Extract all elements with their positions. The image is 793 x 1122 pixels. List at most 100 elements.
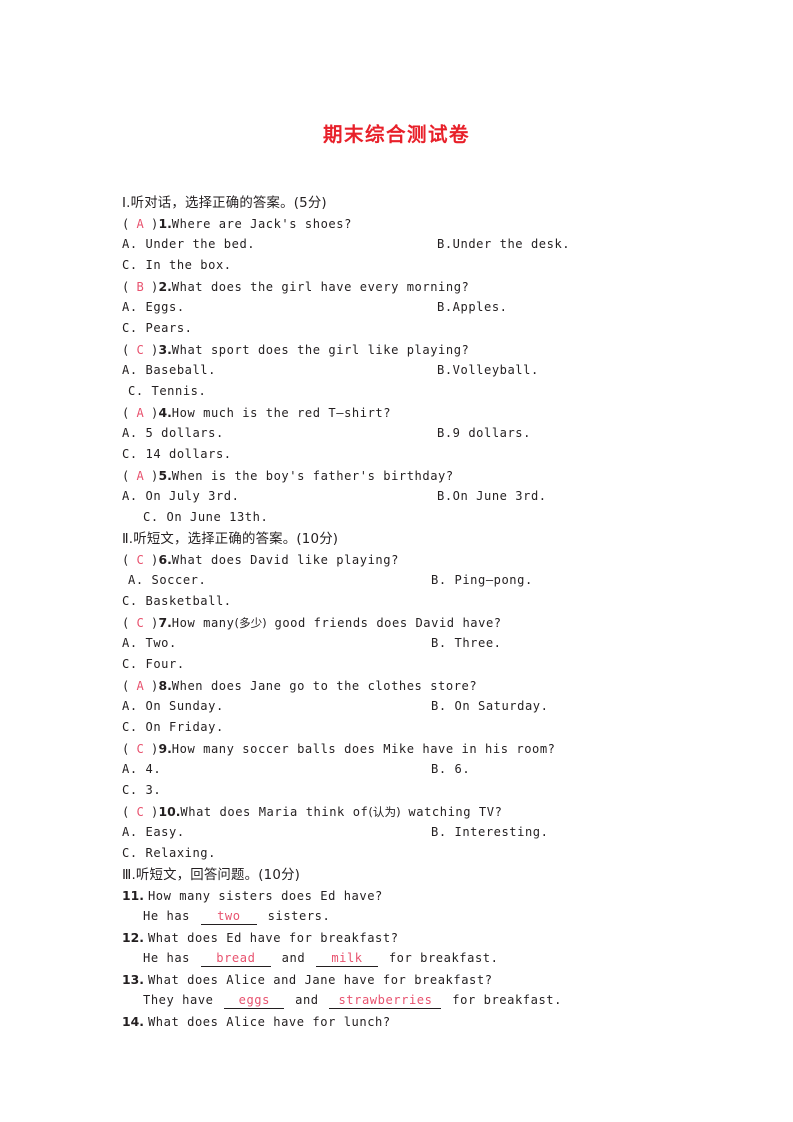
option-row-7-ab: A. Two. B. Three.	[122, 633, 682, 654]
answer-blank-12-2[interactable]: milk	[315, 951, 378, 967]
option-a-10[interactable]: A. Easy.	[122, 822, 185, 843]
question-stem-14: 14. What does Alice have for lunch?	[122, 1011, 682, 1032]
option-a-2[interactable]: A. Eggs.	[122, 297, 185, 318]
answer-suffix-11: sisters.	[259, 909, 331, 923]
answer-blank-13-2[interactable]: strawberries	[329, 993, 442, 1009]
answer-letter-4[interactable]: A	[129, 406, 150, 420]
option-c-4[interactable]: C. 14 dollars.	[122, 447, 232, 461]
answer-letter-3[interactable]: C	[129, 343, 150, 357]
question-text-4: How much is the red T—shirt?	[171, 406, 392, 420]
question-number-12: 12.	[122, 930, 144, 945]
option-a-4[interactable]: A. 5 dollars.	[122, 423, 224, 444]
answer-blank-13-1[interactable]: eggs	[224, 993, 285, 1009]
question-stem-9: (C)9.How many soccer balls does Mike hav…	[122, 738, 682, 759]
option-row-8-ab: A. On Sunday. B. On Saturday.	[122, 696, 682, 717]
answer-prefix-13: They have	[143, 993, 222, 1007]
option-row-5-c: C. On June 13th.	[122, 507, 682, 528]
option-row-7-c: C. Four.	[122, 654, 682, 675]
option-a-9[interactable]: A. 4.	[122, 759, 161, 780]
option-a-7[interactable]: A. Two.	[122, 633, 177, 654]
question-text-7-pre: How many	[171, 616, 235, 630]
question-text-2: What does the girl have every morning?	[171, 280, 470, 294]
option-row-8-c: C. On Friday.	[122, 717, 682, 738]
option-b-3[interactable]: B.Volleyball.	[437, 360, 539, 381]
answer-prefix-11: He has	[143, 909, 198, 923]
answer-paren-8: (A)	[122, 679, 159, 693]
question-gloss-7: (多少)	[234, 616, 267, 630]
option-row-2-ab: A. Eggs. B.Apples.	[122, 297, 682, 318]
question-stem-1: (A)1.Where are Jack's shoes?	[122, 213, 682, 234]
answer-middle-13: and	[287, 993, 327, 1007]
option-a-3[interactable]: A. Baseball.	[122, 360, 216, 381]
option-row-2-c: C. Pears.	[122, 318, 682, 339]
question-number-7: 7.	[158, 615, 172, 630]
page-title: 期末综合测试卷	[322, 123, 470, 146]
option-b-9[interactable]: B. 6.	[431, 759, 470, 780]
question-text-7-post: good friends does David have?	[266, 616, 502, 630]
question-text-14: What does Alice have for lunch?	[147, 1015, 391, 1029]
option-a-8[interactable]: A. On Sunday.	[122, 696, 224, 717]
answer-letter-8[interactable]: A	[129, 679, 150, 693]
question-text-6: What does David like playing?	[171, 553, 399, 567]
answer-row-11: He has two sisters.	[122, 906, 682, 927]
question-stem-3: (C)3.What sport does the girl like playi…	[122, 339, 682, 360]
answer-letter-1[interactable]: A	[129, 217, 150, 231]
question-stem-11: 11. How many sisters does Ed have?	[122, 885, 682, 906]
option-c-2[interactable]: C. Pears.	[122, 321, 192, 335]
answer-letter-7[interactable]: C	[129, 616, 150, 630]
answer-paren-5: (A)	[122, 469, 159, 483]
question-text-10-pre: What does Maria think of	[180, 805, 369, 819]
answer-letter-9[interactable]: C	[129, 742, 150, 756]
question-number-5: 5.	[158, 468, 172, 483]
option-row-1-ab: A. Under the bed. B.Under the desk.	[122, 234, 682, 255]
option-row-1-c: C. In the box.	[122, 255, 682, 276]
question-number-1: 1.	[158, 216, 172, 231]
option-c-1[interactable]: C. In the box.	[122, 258, 232, 272]
option-c-9[interactable]: C. 3.	[122, 783, 161, 797]
answer-paren-6: (C)	[122, 553, 159, 567]
option-c-6[interactable]: C. Basketball.	[122, 594, 232, 608]
option-b-6[interactable]: B. Ping—pong.	[431, 570, 533, 591]
option-b-7[interactable]: B. Three.	[431, 633, 501, 654]
option-c-5[interactable]: C. On June 13th.	[143, 510, 268, 524]
option-b-1[interactable]: B.Under the desk.	[437, 234, 570, 255]
question-number-3: 3.	[158, 342, 172, 357]
option-c-10[interactable]: C. Relaxing.	[122, 846, 216, 860]
option-row-3-ab: A. Baseball. B.Volleyball.	[122, 360, 682, 381]
option-a-5[interactable]: A. On July 3rd.	[122, 486, 239, 507]
option-c-3[interactable]: C. Tennis.	[128, 384, 206, 398]
question-stem-8: (A)8.When does Jane go to the clothes st…	[122, 675, 682, 696]
option-c-7[interactable]: C. Four.	[122, 657, 185, 671]
option-a-1[interactable]: A. Under the bed.	[122, 234, 255, 255]
answer-blank-12-1[interactable]: bread	[200, 951, 271, 967]
option-b-10[interactable]: B. Interesting.	[431, 822, 548, 843]
answer-letter-10[interactable]: C	[129, 805, 150, 819]
option-row-3-c: C. Tennis.	[122, 381, 682, 402]
section-roman-2: Ⅱ	[122, 531, 129, 546]
answer-paren-9: (C)	[122, 742, 159, 756]
option-a-6[interactable]: A. Soccer.	[128, 570, 206, 591]
answer-row-13: They have eggs and strawberries for brea…	[122, 990, 682, 1011]
section-heading-text-1: .听对话，选择正确的答案。(5分)	[126, 196, 327, 211]
option-b-5[interactable]: B.On June 3rd.	[437, 486, 547, 507]
question-text-1: Where are Jack's shoes?	[171, 217, 352, 231]
question-number-14: 14.	[122, 1014, 144, 1029]
question-text-9: How many soccer balls does Mike have in …	[171, 742, 556, 756]
question-stem-6: (C)6.What does David like playing?	[122, 549, 682, 570]
option-row-10-ab: A. Easy. B. Interesting.	[122, 822, 682, 843]
option-row-9-ab: A. 4. B. 6.	[122, 759, 682, 780]
answer-paren-1: (A)	[122, 217, 159, 231]
answer-letter-6[interactable]: C	[129, 553, 150, 567]
option-row-4-ab: A. 5 dollars. B.9 dollars.	[122, 423, 682, 444]
answer-letter-5[interactable]: A	[129, 469, 150, 483]
question-number-6: 6.	[158, 552, 172, 567]
option-b-2[interactable]: B.Apples.	[437, 297, 507, 318]
section-heading-2: Ⅱ.听短文，选择正确的答案。(10分)	[122, 528, 682, 549]
question-number-9: 9.	[158, 741, 172, 756]
option-row-10-c: C. Relaxing.	[122, 843, 682, 864]
answer-letter-2[interactable]: B	[129, 280, 150, 294]
option-b-8[interactable]: B. On Saturday.	[431, 696, 548, 717]
answer-blank-11-1[interactable]: two	[200, 909, 257, 925]
option-b-4[interactable]: B.9 dollars.	[437, 423, 531, 444]
option-c-8[interactable]: C. On Friday.	[122, 720, 224, 734]
